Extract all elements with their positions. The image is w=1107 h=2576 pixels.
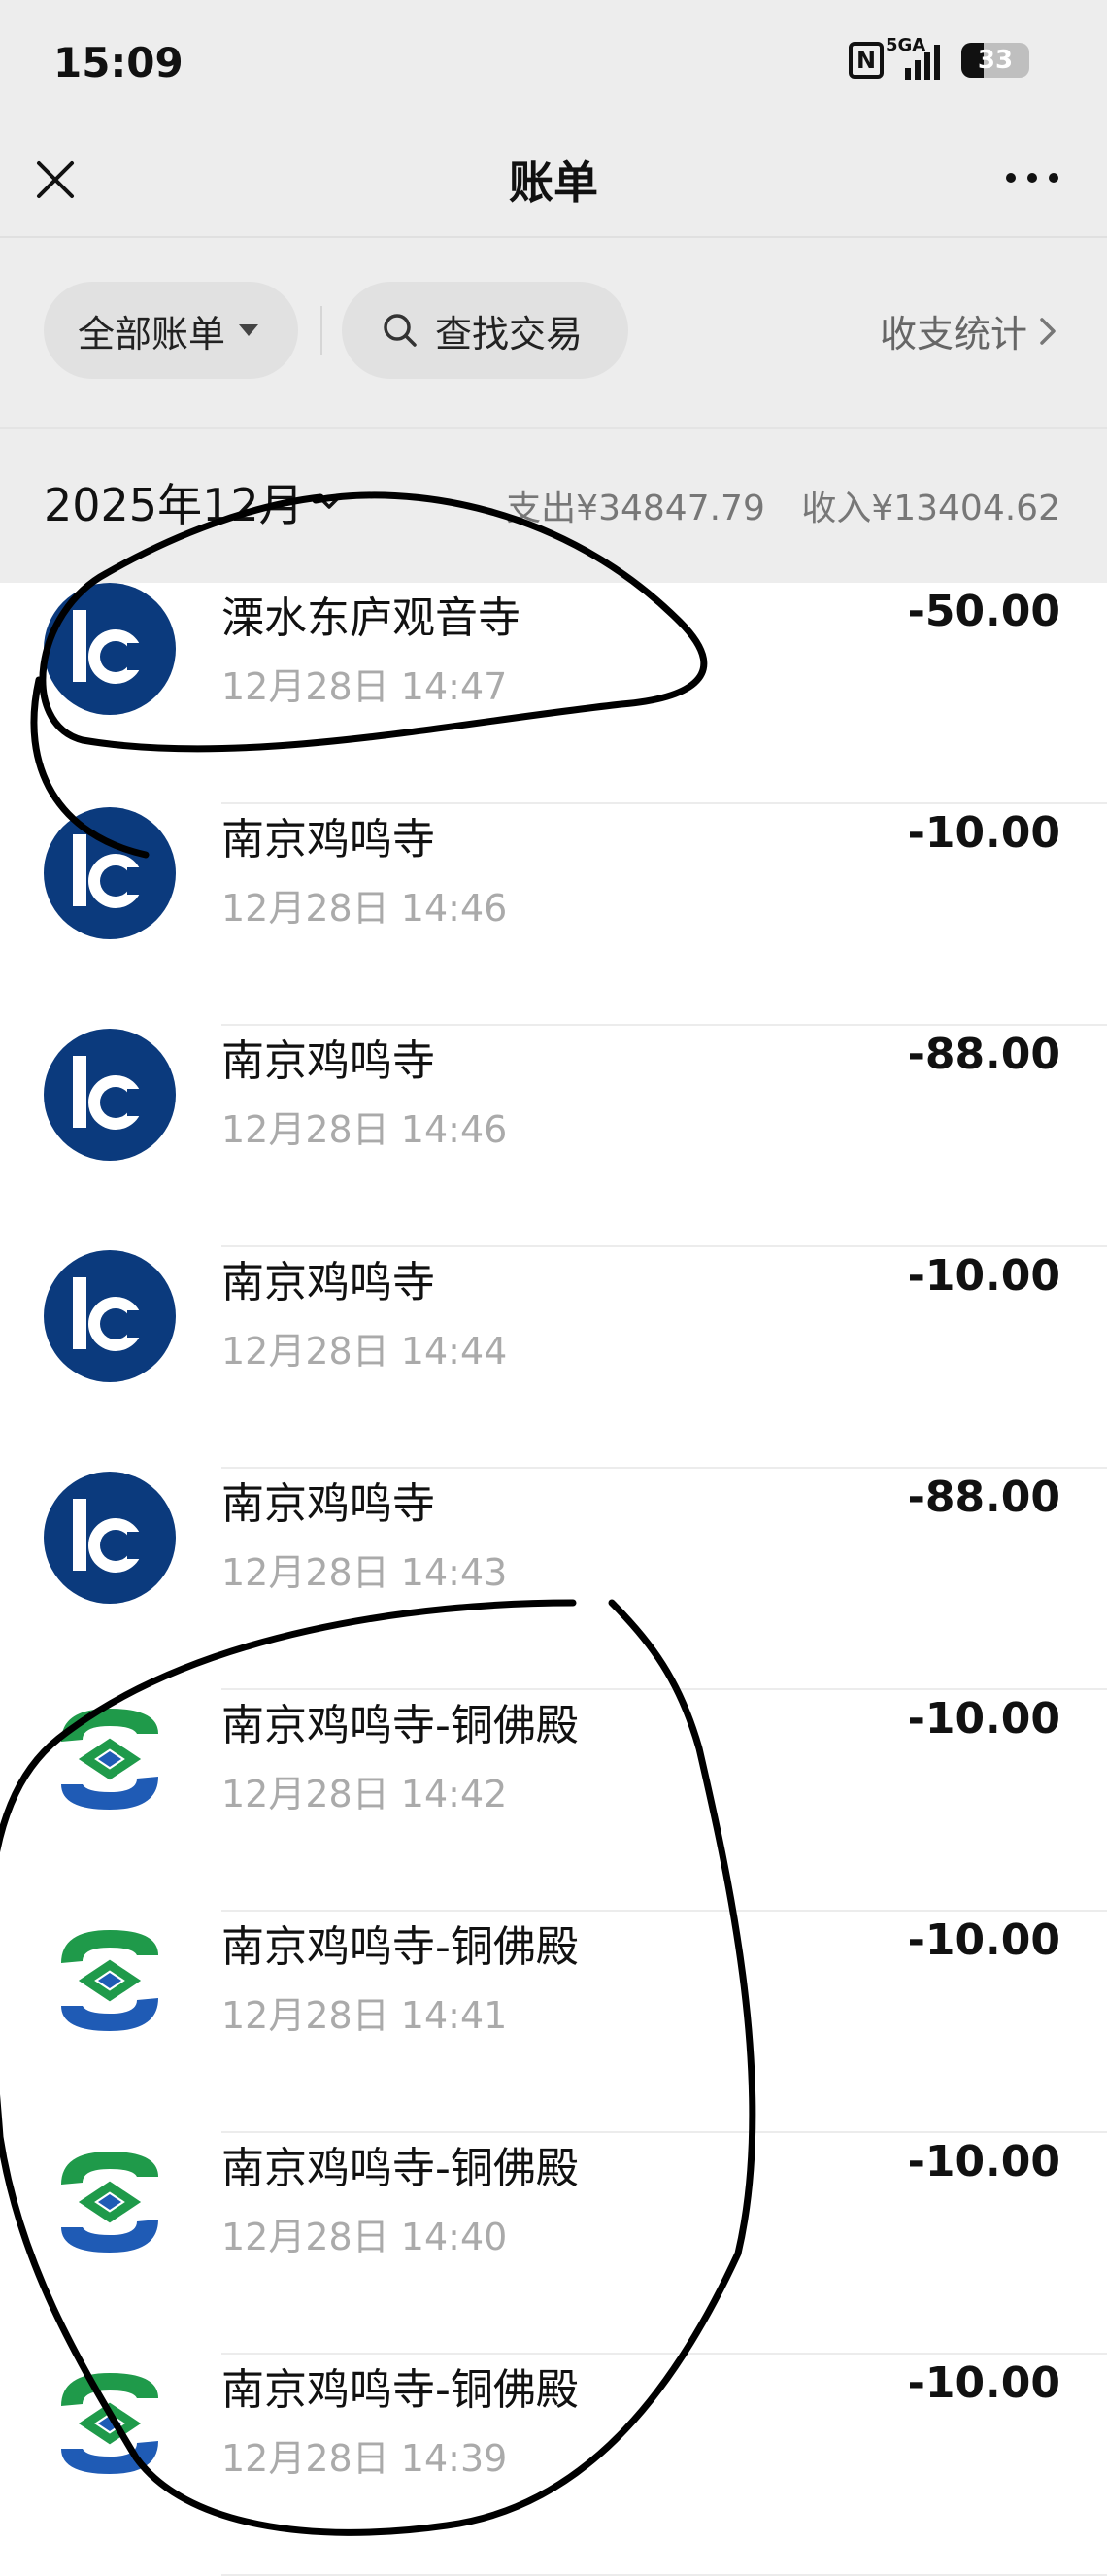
- month-label: 2025年12月: [44, 479, 304, 531]
- bank-of-communications-icon: [44, 583, 176, 715]
- network-type-label: 5GA: [886, 35, 926, 55]
- transaction-time: 12月28日 14:40: [221, 2216, 508, 2258]
- battery-icon: 33: [961, 43, 1029, 78]
- more-icon[interactable]: [1006, 173, 1058, 183]
- search-label: 查找交易: [435, 312, 584, 356]
- transaction-time: 12月28日 14:41: [221, 1994, 508, 2037]
- search-icon: [384, 314, 417, 347]
- transaction-row[interactable]: 南京鸡鸣寺 12月28日 14:46 -88.00: [0, 1026, 1107, 1247]
- bank-of-communications-icon: [44, 1029, 176, 1161]
- spdb-icon: [61, 2373, 158, 2474]
- transaction-row[interactable]: 南京鸡鸣寺-铜佛殿 12月28日 14:39 -10.00: [0, 2355, 1107, 2576]
- all-bills-label: 全部账单: [78, 312, 226, 356]
- transaction-amount: -10.00: [907, 2137, 1060, 2186]
- stats-label: 收支统计: [879, 313, 1027, 356]
- transaction-amount: -10.00: [907, 1915, 1060, 1965]
- spdb-icon: [61, 1709, 158, 1810]
- chevron-right-icon: [1040, 317, 1056, 345]
- spdb-icon: [61, 2152, 158, 2253]
- transaction-amount: -10.00: [907, 2358, 1060, 2408]
- status-bar: 15:09 N 5GA 33: [0, 0, 1107, 126]
- transaction-row[interactable]: 南京鸡鸣寺-铜佛殿 12月28日 14:41 -10.00: [0, 1912, 1107, 2133]
- month-selector[interactable]: 2025年12月: [44, 470, 345, 534]
- transaction-time: 12月28日 14:43: [221, 1551, 508, 1594]
- merchant-name: 南京鸡鸣寺: [221, 1258, 435, 1307]
- transaction-row[interactable]: 南京鸡鸣寺 12月28日 14:43 -88.00: [0, 1469, 1107, 1690]
- nfc-icon: N: [849, 42, 884, 79]
- merchant-name: 南京鸡鸣寺: [221, 1036, 435, 1086]
- merchant-name: 南京鸡鸣寺-铜佛殿: [221, 1922, 579, 1972]
- merchant-name: 南京鸡鸣寺-铜佛殿: [221, 1701, 579, 1750]
- all-bills-filter-button[interactable]: 全部账单: [44, 282, 298, 379]
- transaction-row[interactable]: 南京鸡鸣寺-铜佛殿 12月28日 14:40 -10.00: [0, 2133, 1107, 2355]
- transaction-row[interactable]: 南京鸡鸣寺 12月28日 14:46 -10.00: [0, 804, 1107, 1026]
- spdb-icon: [61, 1930, 158, 2031]
- bank-of-communications-icon: [44, 1472, 176, 1604]
- page-title: 账单: [509, 156, 598, 209]
- transaction-time: 12月28日 14:39: [221, 2437, 508, 2480]
- transaction-row[interactable]: 溧水东庐观音寺 12月28日 14:47 -50.00: [0, 583, 1107, 804]
- bank-of-communications-icon: [44, 1250, 176, 1382]
- transaction-amount: -88.00: [907, 1030, 1060, 1079]
- merchant-name: 南京鸡鸣寺-铜佛殿: [221, 2144, 579, 2193]
- transaction-time: 12月28日 14:44: [221, 1330, 508, 1373]
- status-icons: N 5GA 33: [849, 35, 1029, 80]
- transaction-list: 溧水东庐观音寺 12月28日 14:47 -50.00 南京鸡鸣寺 12月28日…: [0, 583, 1107, 2576]
- transaction-amount: -50.00: [907, 587, 1060, 636]
- transaction-row[interactable]: 南京鸡鸣寺-铜佛殿 12月28日 14:42 -10.00: [0, 1690, 1107, 1912]
- transaction-time: 12月28日 14:47: [221, 665, 508, 708]
- transaction-amount: -10.00: [907, 1251, 1060, 1301]
- status-time: 15:09: [53, 39, 184, 86]
- search-transactions-button[interactable]: 查找交易: [342, 282, 628, 379]
- filter-bar: 全部账单 查找交易 收支统计: [0, 238, 1107, 427]
- month-summary: 2025年12月 支出¥34847.79 收入¥13404.62: [0, 427, 1107, 583]
- month-totals: 支出¥34847.79 收入¥13404.62: [506, 480, 1060, 530]
- stats-link[interactable]: 收支统计: [880, 304, 1058, 357]
- nav-bar: 账单: [0, 126, 1107, 238]
- battery-level: 33: [977, 46, 1014, 75]
- divider: [320, 306, 322, 355]
- signal-icon: 5GA: [886, 35, 940, 80]
- transaction-time: 12月28日 14:46: [221, 887, 508, 930]
- merchant-name: 南京鸡鸣寺: [221, 815, 435, 864]
- caret-down-icon: [239, 324, 259, 336]
- transaction-amount: -88.00: [907, 1473, 1060, 1522]
- transaction-time: 12月28日 14:42: [221, 1773, 508, 1815]
- chevron-down-icon: [316, 494, 342, 509]
- merchant-name: 南京鸡鸣寺: [221, 1479, 435, 1529]
- merchant-name: 南京鸡鸣寺-铜佛殿: [221, 2365, 579, 2415]
- expense-total: 支出¥34847.79: [506, 489, 765, 528]
- merchant-name: 溧水东庐观音寺: [221, 593, 520, 643]
- transaction-amount: -10.00: [907, 1694, 1060, 1744]
- transaction-time: 12月28日 14:46: [221, 1108, 508, 1151]
- transaction-row[interactable]: 南京鸡鸣寺 12月28日 14:44 -10.00: [0, 1247, 1107, 1469]
- transaction-amount: -10.00: [907, 808, 1060, 858]
- bank-of-communications-icon: [44, 807, 176, 939]
- income-total: 收入¥13404.62: [801, 489, 1060, 528]
